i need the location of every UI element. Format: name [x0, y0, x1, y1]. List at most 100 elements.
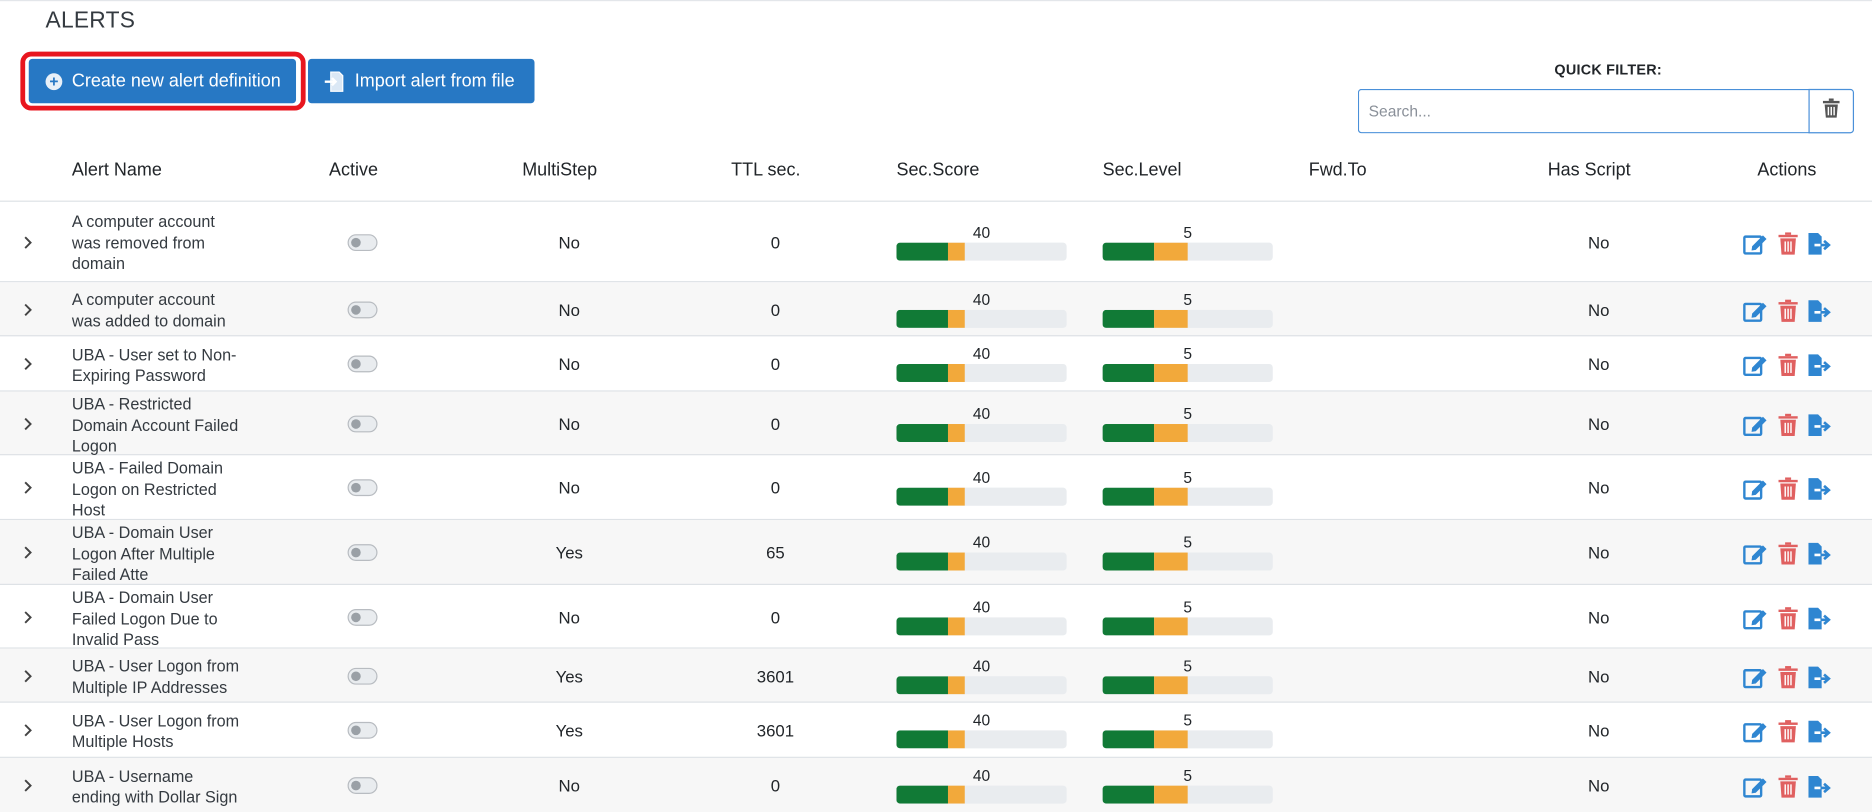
alert-name-line: A computer account — [71, 290, 215, 309]
edit-icon[interactable] — [1743, 665, 1769, 689]
clear-search-button[interactable] — [1808, 88, 1855, 134]
chevron-right-icon[interactable] — [20, 610, 34, 624]
has-script-value: No — [1588, 299, 1610, 319]
export-icon[interactable] — [1806, 231, 1832, 255]
bar-orange-segment — [1154, 616, 1188, 635]
chevron-right-icon[interactable] — [20, 668, 34, 682]
multistep-value: No — [558, 478, 580, 498]
sec-score-track — [896, 309, 1067, 328]
alert-name-line: Invalid Pass — [71, 630, 160, 649]
col-has-script[interactable]: Has Script — [1548, 160, 1631, 180]
delete-icon[interactable] — [1775, 665, 1801, 689]
chevron-right-icon[interactable] — [20, 416, 34, 430]
active-toggle[interactable] — [347, 777, 378, 794]
active-toggle[interactable] — [347, 415, 378, 432]
ttl-value: 0 — [770, 413, 781, 434]
delete-icon[interactable] — [1775, 775, 1801, 799]
export-icon[interactable] — [1806, 477, 1832, 501]
alert-name: UBA - Restricted Domain Account Failed Log… — [72, 394, 252, 457]
col-fwd-to[interactable]: Fwd.To — [1309, 160, 1367, 180]
export-icon[interactable] — [1806, 606, 1832, 630]
chevron-right-icon[interactable] — [20, 235, 34, 249]
bar-orange-segment — [947, 616, 965, 635]
export-icon[interactable] — [1806, 353, 1832, 377]
delete-icon[interactable] — [1775, 720, 1801, 744]
edit-icon[interactable] — [1743, 542, 1769, 566]
edit-icon[interactable] — [1743, 231, 1769, 255]
active-toggle[interactable] — [347, 608, 378, 626]
delete-icon[interactable] — [1775, 606, 1801, 630]
col-multistep[interactable]: MultiStep — [522, 160, 597, 180]
alert-name: UBA - Domain User Failed Logon Due to Inva… — [72, 587, 252, 650]
active-toggle[interactable] — [347, 355, 378, 373]
col-sec-level[interactable]: Sec.Level — [1103, 160, 1182, 180]
edit-icon[interactable] — [1743, 720, 1769, 744]
search-input[interactable] — [1357, 88, 1810, 134]
delete-icon[interactable] — [1775, 231, 1801, 255]
has-script-value: No — [1588, 354, 1610, 374]
bar-green-segment — [1102, 363, 1155, 382]
alert-name-line: UBA - Username — [71, 766, 194, 785]
col-sec-score[interactable]: Sec.Score — [896, 160, 979, 180]
export-icon[interactable] — [1806, 720, 1832, 744]
active-toggle[interactable] — [347, 300, 378, 318]
export-icon[interactable] — [1806, 542, 1832, 566]
chevron-right-icon[interactable] — [20, 357, 34, 371]
ttl-value: 3601 — [756, 720, 795, 740]
sec-score-track — [896, 616, 1067, 635]
export-icon[interactable] — [1806, 775, 1832, 799]
sec-level-track — [1102, 487, 1273, 506]
toggle-knob — [351, 612, 361, 622]
delete-icon[interactable] — [1775, 477, 1801, 501]
delete-icon[interactable] — [1775, 353, 1801, 377]
chevron-right-icon[interactable] — [20, 723, 34, 737]
create-alert-button[interactable]: + Create new alert definition — [28, 58, 297, 104]
has-script-value: No — [1588, 232, 1610, 252]
col-active[interactable]: Active — [329, 160, 378, 180]
active-toggle[interactable] — [347, 479, 378, 497]
active-toggle[interactable] — [347, 544, 378, 561]
export-icon[interactable] — [1806, 298, 1832, 322]
alert-name: UBA - User set to Non- Expiring Password — [72, 344, 252, 386]
active-toggle[interactable] — [347, 233, 378, 251]
has-script-value: No — [1588, 542, 1610, 563]
active-toggle[interactable] — [347, 667, 378, 685]
chevron-right-icon[interactable] — [20, 545, 34, 559]
edit-icon[interactable] — [1743, 298, 1769, 322]
col-alert-name[interactable]: Alert Name — [72, 160, 162, 180]
sec-level-track — [1102, 785, 1273, 804]
col-ttl[interactable]: TTL sec. — [731, 160, 800, 180]
bar-green-segment — [1102, 675, 1155, 694]
edit-icon[interactable] — [1743, 606, 1769, 630]
chevron-right-icon[interactable] — [20, 302, 34, 316]
multistep-value: No — [558, 607, 580, 627]
edit-icon[interactable] — [1743, 413, 1769, 437]
edit-icon[interactable] — [1743, 775, 1769, 799]
table-row: UBA - Username ending with Dollar Sign No… — [0, 757, 1872, 812]
chevron-right-icon[interactable] — [20, 480, 34, 494]
edit-icon[interactable] — [1743, 353, 1769, 377]
edit-icon[interactable] — [1743, 477, 1769, 501]
alert-name: A computer account was added to domain — [72, 289, 252, 331]
toggle-knob — [351, 359, 361, 369]
ttl-value: 0 — [770, 232, 781, 252]
create-alert-label: Create new alert definition — [71, 70, 281, 92]
ttl-value: 0 — [770, 775, 781, 796]
delete-icon[interactable] — [1775, 542, 1801, 566]
export-icon[interactable] — [1806, 665, 1832, 689]
multistep-value: No — [558, 413, 580, 434]
bar-green-segment — [1102, 552, 1155, 571]
export-icon[interactable] — [1806, 413, 1832, 437]
toggle-knob — [351, 547, 361, 558]
plus-circle-icon: + — [45, 72, 63, 90]
delete-icon[interactable] — [1775, 413, 1801, 437]
table-row: UBA - User set to Non- Expiring Password … — [0, 336, 1872, 392]
alert-name-line: Multiple Hosts — [71, 732, 174, 751]
alert-name-line: Logon — [71, 437, 117, 456]
active-toggle[interactable] — [347, 721, 378, 739]
import-alert-label: Import alert from file — [354, 70, 515, 92]
alert-name-line: Logon on Restricted — [71, 479, 217, 498]
chevron-right-icon[interactable] — [20, 778, 34, 792]
import-alert-button[interactable]: Import alert from file — [308, 58, 535, 104]
delete-icon[interactable] — [1775, 298, 1801, 322]
